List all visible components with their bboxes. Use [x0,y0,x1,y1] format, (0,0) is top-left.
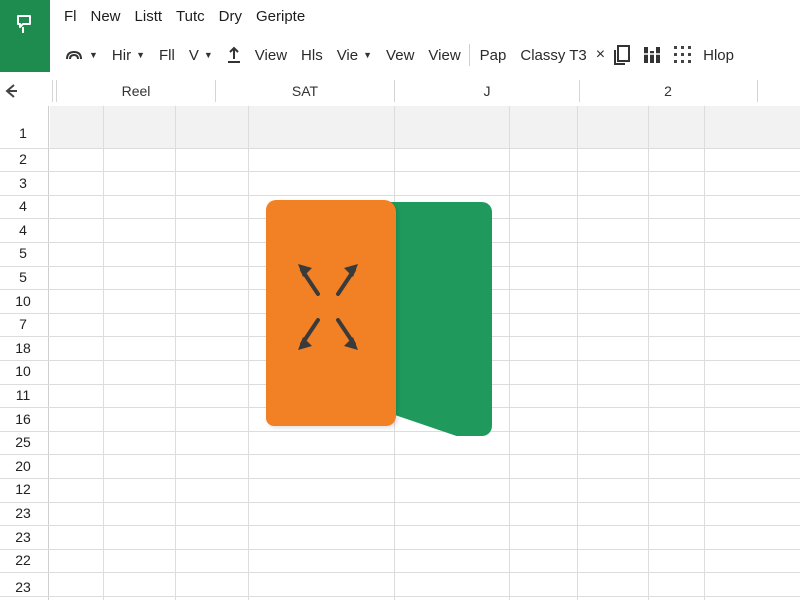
row-number[interactable]: 4 [0,219,46,242]
toolbar-view2-label: View [428,46,461,64]
row-number[interactable]: 23 [0,502,46,525]
chevron-down-icon: ▼ [203,50,213,60]
column-header-reel[interactable]: Reel [58,76,214,106]
grid-hline [0,454,800,455]
toolbar-pap-label: Pap [479,46,507,64]
row-number[interactable]: 20 [0,455,46,478]
bar-chart-icon [643,45,662,65]
chevron-down-icon: ▼ [363,50,373,60]
column-divider [56,80,57,102]
toolbar-vie-dropdown[interactable]: Vie ▼ [337,47,372,64]
row-number[interactable]: 5 [0,242,46,265]
grid-hline [0,195,800,196]
cloud-sync-dropdown[interactable]: ▼ [64,48,98,62]
copy-doc-icon [613,44,631,66]
row-number[interactable]: 5 [0,266,46,289]
grid-hline [0,478,800,479]
selected-row-band [50,106,800,148]
grid-hline [0,596,800,597]
row-number[interactable]: 18 [0,337,46,360]
upload-icon [227,46,241,64]
grid-hline [0,549,800,550]
row-number[interactable]: 25 [0,431,46,454]
doc-tab[interactable]: Classy T3 × [520,46,605,64]
toolbar-fll-button[interactable]: Fll [159,47,175,64]
toolbar-view-label: View [254,46,288,64]
doc-tab-label: Classy T3 [520,46,587,64]
row-number[interactable]: 22 [0,549,46,572]
column-header-j[interactable]: J [395,76,579,106]
row-number[interactable]: 2 [0,148,46,171]
menu-item-dry[interactable]: Dry [219,8,242,28]
grid-hline [0,148,800,149]
cloud-sync-icon [64,48,84,62]
close-icon[interactable]: × [596,46,605,64]
row-number[interactable]: 4 [0,195,46,218]
toolbar-v-label: V [188,46,199,64]
toolbar-vew-label: Vew [386,46,415,64]
column-header-row: Reel SAT J 2 [0,76,800,107]
toolbar-hir-label: Hir [111,46,132,64]
toolbar-vie-label: Vie [336,46,359,64]
column-divider [52,80,53,102]
toolbar-fll-label: Fll [159,46,175,64]
chevron-down-icon: ▼ [89,50,98,60]
row-number[interactable]: 10 [0,360,46,383]
toolbar-view2-button[interactable]: View [428,47,460,64]
grid-hline [0,502,800,503]
spreadsheet-doc-icon [17,15,31,33]
menu-bar: Fl New Listt Tutc Dry Geripte [64,8,305,28]
upload-button[interactable] [227,46,241,64]
row-number[interactable]: 7 [0,313,46,336]
toolbar: ▼ Hir ▼ Fll V ▼ View Hls Vie ▼ Vew View … [64,42,792,68]
toolbar-divider [468,44,470,66]
chevron-down-icon: ▼ [136,50,146,60]
menu-item-new[interactable]: New [91,8,121,28]
app-badge[interactable] [0,0,50,72]
logo-orange-panel [266,200,396,426]
grid-dots-icon [673,45,693,65]
row-number[interactable]: 23 [0,576,46,599]
help-button[interactable]: Hlop [703,47,734,64]
toolbar-v-dropdown[interactable]: V ▼ [189,47,213,64]
column-header-2[interactable]: 2 [580,76,756,106]
back-arrow-icon[interactable] [4,83,18,102]
menu-item-list[interactable]: Listt [135,8,163,28]
bar-chart-button[interactable] [643,45,662,65]
row-number[interactable]: 12 [0,478,46,501]
toolbar-vew-button[interactable]: Vew [386,47,414,64]
help-label: Hlop [703,46,734,64]
toolbar-hls-button[interactable]: Hls [301,47,323,64]
column-divider [757,80,758,102]
toolbar-pap-button[interactable]: Pap [480,47,507,64]
row-number[interactable]: 11 [0,384,46,407]
row-number[interactable]: 16 [0,408,46,431]
menu-item-geripte[interactable]: Geripte [256,8,305,28]
app-logo [266,200,496,440]
grid-hline [0,525,800,526]
menu-item-tutc[interactable]: Tutc [176,8,205,28]
row-number-column: 1 2 3 4 4 5 5 10 7 18 10 11 16 25 20 12 … [0,106,48,600]
expand-arrows-icon [298,264,358,350]
toolbar-hir-dropdown[interactable]: Hir ▼ [112,47,145,64]
toolbar-view-button[interactable]: View [255,47,287,64]
row-number[interactable]: 1 [0,122,46,145]
grid-dots-button[interactable] [673,45,693,65]
toolbar-hls-label: Hls [301,46,323,64]
row-number[interactable]: 3 [0,172,46,195]
copy-button[interactable] [613,44,631,66]
grid-hline [0,572,800,573]
column-header-sat[interactable]: SAT [216,76,394,106]
grid-hline [0,171,800,172]
row-number[interactable]: 10 [0,290,46,313]
menu-item-file[interactable]: Fl [64,8,77,28]
row-number[interactable]: 23 [0,526,46,549]
